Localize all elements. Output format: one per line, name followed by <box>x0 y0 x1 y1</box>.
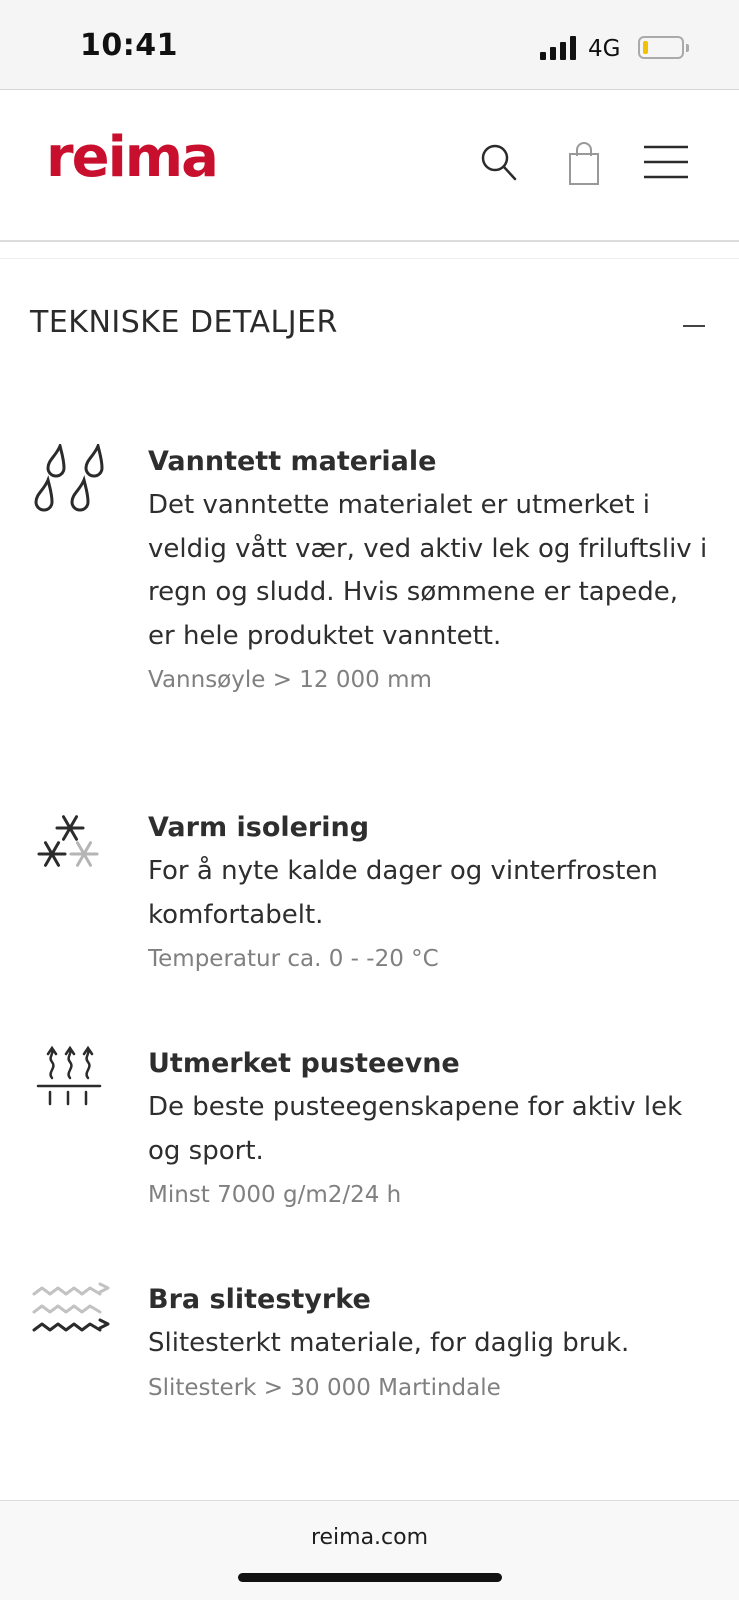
url-domain[interactable]: reima.com <box>0 1525 739 1550</box>
divider <box>0 258 739 259</box>
site-header: reima <box>0 90 739 242</box>
feature-title: Varm isolering <box>148 812 370 843</box>
technical-details-accordion[interactable]: TEKNISKE DETALJER <box>30 305 710 351</box>
home-indicator[interactable] <box>238 1573 502 1582</box>
section-title: TEKNISKE DETALJER <box>30 305 338 340</box>
feature-description: Slitesterkt materiale, for daglig bruk. <box>148 1328 630 1358</box>
feature-text: Utmerket pusteevne De beste pusteegenska… <box>148 1046 708 1211</box>
abrasion-icon <box>32 1282 112 1350</box>
feature-text: Bra slitestyrke Slitesterkt materiale, f… <box>148 1282 708 1404</box>
battery-tip <box>686 44 689 52</box>
snowflake-icon <box>32 810 112 886</box>
feature-title: Bra slitestyrke <box>148 1284 371 1315</box>
feature-description: Det vanntette materialet er utmerket i v… <box>148 490 708 651</box>
feature-spec: Vannsøyle > 12 000 mm <box>148 667 432 693</box>
breathability-icon <box>32 1045 112 1114</box>
water-drops-icon <box>32 441 112 528</box>
status-bar: 10:41 4G <box>0 0 739 90</box>
feature-text: Varm isolering For å nyte kalde dager og… <box>148 810 708 975</box>
network-label: 4G <box>588 36 621 62</box>
hamburger-menu-icon[interactable] <box>642 142 690 186</box>
feature-spec: Temperatur ca. 0 - -20 °C <box>148 946 439 972</box>
search-icon[interactable] <box>480 142 520 190</box>
shopping-bag-icon[interactable] <box>566 142 602 190</box>
feature-spec: Slitesterk > 30 000 Martindale <box>148 1374 501 1401</box>
feature-spec: Minst 7000 g/m2/24 h <box>148 1182 402 1208</box>
signal-icon <box>540 36 578 60</box>
collapse-icon[interactable] <box>683 325 705 327</box>
feature-description: De beste pusteegenskapene for aktiv lek … <box>148 1092 683 1166</box>
feature-description: For å nyte kalde dager og vinterfrosten … <box>148 856 658 930</box>
brand-logo[interactable]: reima <box>46 130 219 186</box>
feature-title: Utmerket pusteevne <box>148 1048 460 1079</box>
battery-icon <box>638 36 684 59</box>
feature-text: Vanntett materiale Det vanntette materia… <box>148 444 708 696</box>
status-time: 10:41 <box>80 28 178 63</box>
browser-address-bar[interactable]: reima.com <box>0 1500 739 1600</box>
feature-title: Vanntett materiale <box>148 446 437 477</box>
